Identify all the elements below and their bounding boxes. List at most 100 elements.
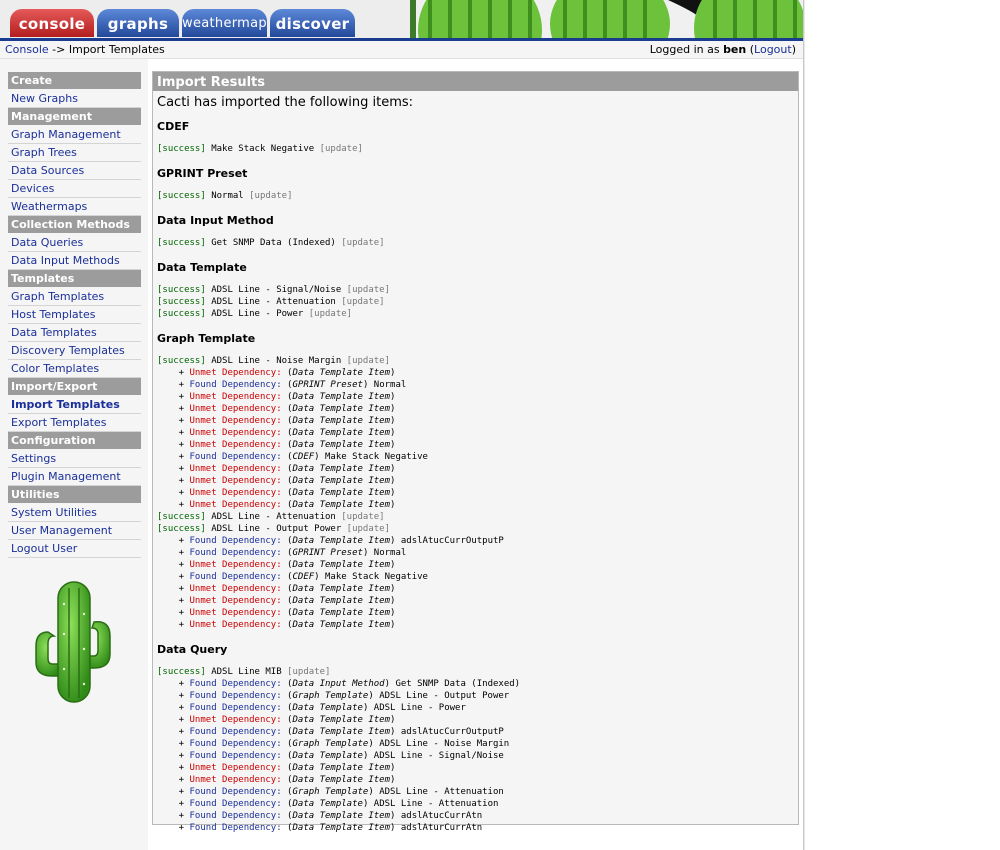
- tab-discover[interactable]: discover: [270, 9, 355, 37]
- sidebar-header-import-export: Import/Export: [8, 378, 141, 395]
- success-label: [success]: [157, 191, 206, 201]
- result-line: + Found Dependency: (Data Template Item)…: [157, 811, 483, 821]
- dependency-name: Get SNMP Data (Indexed): [395, 679, 521, 689]
- sidebar-item-host-templates[interactable]: Host Templates: [8, 306, 141, 324]
- result-line: + Found Dependency: (Data Input Method) …: [157, 679, 521, 689]
- unmet-dependency-label: Unmet Dependency:: [189, 368, 282, 378]
- dependency-type: Data Template Item: [292, 620, 391, 630]
- item-name: ADSL Line - Output Power: [211, 524, 342, 534]
- dependency-type: Data Template Item: [292, 763, 391, 773]
- vertical-scrollbar[interactable]: ▲ ▼: [803, 0, 805, 850]
- sidebar-item-data-sources[interactable]: Data Sources: [8, 162, 141, 180]
- result-line: + Found Dependency: (Graph Template) ADS…: [157, 691, 510, 701]
- breadcrumb-console-link[interactable]: Console: [5, 43, 49, 56]
- top-tab-bar: console graphs weathermap discover: [0, 0, 805, 38]
- update-link[interactable]: [update]: [341, 238, 384, 248]
- item-name: ADSL Line MIB: [211, 667, 282, 677]
- sidebar-item-import-templates[interactable]: Import Templates: [8, 396, 141, 414]
- result-line: + Found Dependency: (Data Template Item)…: [157, 727, 504, 737]
- item-name: ADSL Line - Attenuation: [211, 297, 336, 307]
- result-line: [success] ADSL Line - Output Power [upda…: [157, 523, 798, 535]
- found-dependency-label: Found Dependency:: [189, 536, 282, 546]
- sidebar-item-user-management[interactable]: User Management: [8, 522, 141, 540]
- tab-console[interactable]: console: [10, 9, 94, 37]
- found-dependency-label: Found Dependency:: [189, 751, 282, 761]
- dependency-type: CDEF: [292, 572, 315, 582]
- unmet-dependency-label: Unmet Dependency:: [189, 428, 282, 438]
- found-dependency-label: Found Dependency:: [189, 823, 282, 833]
- dependency-type: Data Template: [292, 799, 363, 809]
- unmet-dependency-label: Unmet Dependency:: [189, 763, 282, 773]
- sidebar-item-color-templates[interactable]: Color Templates: [8, 360, 141, 378]
- sidebar-header-collection-methods: Collection Methods: [8, 216, 141, 233]
- unmet-dependency-label: Unmet Dependency:: [189, 464, 282, 474]
- sidebar-item-plugin-management[interactable]: Plugin Management: [8, 468, 141, 486]
- sidebar-item-new-graphs[interactable]: New Graphs: [8, 90, 141, 108]
- section-lines: [success] Get SNMP Data (Indexed) [updat…: [157, 237, 798, 249]
- update-link[interactable]: [update]: [249, 191, 292, 201]
- sidebar-item-settings[interactable]: Settings: [8, 450, 141, 468]
- result-line: [success] Make Stack Negative [update]: [157, 143, 798, 155]
- sidebar-item-data-queries[interactable]: Data Queries: [8, 234, 141, 252]
- update-link[interactable]: [update]: [341, 297, 384, 307]
- result-line: [success] ADSL Line MIB [update]: [157, 666, 798, 678]
- found-dependency-label: Found Dependency:: [189, 703, 282, 713]
- result-line: + Unmet Dependency: (Data Template Item): [157, 500, 396, 510]
- sidebar-item-graph-templates[interactable]: Graph Templates: [8, 288, 141, 306]
- sidebar-item-discovery-templates[interactable]: Discovery Templates: [8, 342, 141, 360]
- sidebar-item-system-utilities[interactable]: System Utilities: [8, 504, 141, 522]
- update-link[interactable]: [update]: [347, 285, 390, 295]
- tab-weathermap[interactable]: weathermap: [182, 9, 267, 37]
- section-title: Graph Template: [157, 332, 256, 345]
- found-dependency-label: Found Dependency:: [189, 787, 282, 797]
- result-line: + Found Dependency: (Data Template Item)…: [157, 536, 504, 546]
- unmet-dependency-label: Unmet Dependency:: [189, 500, 282, 510]
- section-lines: [success] ADSL Line - Signal/Noise [upda…: [157, 284, 798, 320]
- sidebar-item-data-templates[interactable]: Data Templates: [8, 324, 141, 342]
- update-link[interactable]: [update]: [309, 309, 352, 319]
- unmet-dependency-label: Unmet Dependency:: [189, 596, 282, 606]
- dependency-type: Data Input Method: [292, 679, 385, 689]
- dependency-type: Data Template: [292, 703, 363, 713]
- dependency-name: adslAtucCurrAtn: [400, 811, 483, 821]
- update-link[interactable]: [update]: [320, 144, 363, 154]
- found-dependency-label: Found Dependency:: [189, 727, 282, 737]
- item-name: ADSL Line - Signal/Noise: [211, 285, 342, 295]
- logout-link[interactable]: Logout: [754, 43, 792, 56]
- item-name: ADSL Line - Noise Margin: [211, 356, 342, 366]
- success-label: [success]: [157, 512, 206, 522]
- dependency-name: ADSL Line - Noise Margin: [379, 739, 510, 749]
- sidebar-item-graph-management[interactable]: Graph Management: [8, 126, 141, 144]
- found-dependency-label: Found Dependency:: [189, 452, 282, 462]
- update-link[interactable]: [update]: [287, 667, 330, 677]
- sidebar-item-graph-trees[interactable]: Graph Trees: [8, 144, 141, 162]
- unmet-dependency-label: Unmet Dependency:: [189, 560, 282, 570]
- update-link[interactable]: [update]: [347, 524, 390, 534]
- result-line: + Found Dependency: (GPRINT Preset) Norm…: [157, 380, 407, 390]
- sidebar-item-data-input-methods[interactable]: Data Input Methods: [8, 252, 141, 270]
- breadcrumb-bar: Console -> Import Templates Logged in as…: [0, 41, 805, 59]
- result-line: + Unmet Dependency: (Data Template Item): [157, 404, 396, 414]
- sidebar-item-logout-user[interactable]: Logout User: [8, 540, 141, 558]
- dependency-name: Normal: [373, 380, 407, 390]
- success-label: [success]: [157, 309, 206, 319]
- unmet-dependency-label: Unmet Dependency:: [189, 584, 282, 594]
- sidebar-header-templates: Templates: [8, 270, 141, 287]
- tab-graphs[interactable]: graphs: [97, 9, 179, 37]
- dependency-type: Data Template Item: [292, 476, 391, 486]
- login-user: ben: [723, 43, 747, 56]
- dependency-name: adslAturCurrAtn: [400, 823, 483, 833]
- dependency-type: Data Template Item: [292, 811, 391, 821]
- item-name: Normal: [211, 191, 244, 201]
- result-line: + Found Dependency: (Graph Template) ADS…: [157, 787, 504, 797]
- sidebar-item-weathermaps[interactable]: Weathermaps: [8, 198, 141, 216]
- sidebar-item-devices[interactable]: Devices: [8, 180, 141, 198]
- import-sections: CDEF [success] Make Stack Negative [updat…: [153, 120, 798, 834]
- result-line: + Unmet Dependency: (Data Template Item): [157, 560, 396, 570]
- dependency-type: GPRINT Preset: [292, 380, 363, 390]
- dependency-type: Graph Template: [292, 691, 369, 701]
- sidebar-item-export-templates[interactable]: Export Templates: [8, 414, 141, 432]
- update-link[interactable]: [update]: [347, 356, 390, 366]
- update-link[interactable]: [update]: [341, 512, 384, 522]
- unmet-dependency-label: Unmet Dependency:: [189, 620, 282, 630]
